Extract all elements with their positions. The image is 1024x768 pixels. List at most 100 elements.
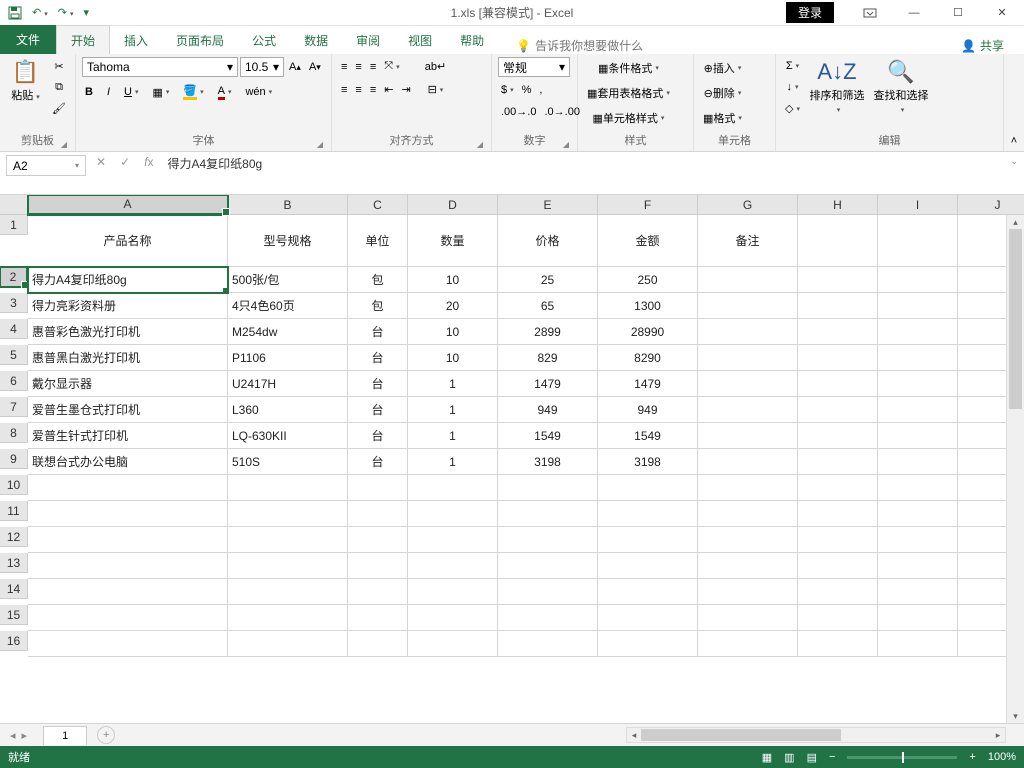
cell[interactable] bbox=[698, 579, 798, 605]
align-top-button[interactable]: ≡ bbox=[338, 58, 350, 76]
cell[interactable] bbox=[498, 475, 598, 501]
cell[interactable] bbox=[878, 631, 958, 657]
cell[interactable] bbox=[28, 605, 228, 631]
cell[interactable]: 台 bbox=[348, 449, 408, 475]
insert-cells-button[interactable]: ⊕ 插入 bbox=[700, 57, 745, 79]
col-header[interactable]: C bbox=[348, 195, 408, 215]
col-header[interactable]: J bbox=[958, 195, 1024, 215]
row-header[interactable]: 9 bbox=[0, 449, 28, 469]
shrink-font-button[interactable]: A▾ bbox=[306, 58, 324, 76]
cell[interactable] bbox=[698, 527, 798, 553]
cell[interactable] bbox=[798, 215, 878, 267]
sort-filter-button[interactable]: A↓Z 排序和筛选 bbox=[807, 57, 867, 117]
cell[interactable] bbox=[698, 371, 798, 397]
cell[interactable] bbox=[228, 527, 348, 553]
cell[interactable]: 1 bbox=[408, 371, 498, 397]
bold-button[interactable]: B bbox=[82, 83, 96, 101]
align-bottom-button[interactable]: ≡ bbox=[367, 58, 379, 76]
cell[interactable]: 28990 bbox=[598, 319, 698, 345]
row-header[interactable]: 2 bbox=[0, 267, 28, 287]
cell[interactable] bbox=[408, 553, 498, 579]
tab-view[interactable]: 视图 bbox=[394, 26, 446, 54]
prev-sheet-icon[interactable]: ◂ bbox=[10, 729, 16, 742]
orientation-button[interactable]: ⤧ bbox=[381, 57, 402, 76]
row-header[interactable]: 13 bbox=[0, 553, 28, 573]
col-header[interactable]: D bbox=[408, 195, 498, 215]
cell[interactable] bbox=[28, 527, 228, 553]
align-center-button[interactable]: ≡ bbox=[352, 81, 364, 99]
cell[interactable] bbox=[878, 579, 958, 605]
cell[interactable] bbox=[408, 605, 498, 631]
cell[interactable]: 台 bbox=[348, 345, 408, 371]
row-header[interactable]: 4 bbox=[0, 319, 28, 339]
sheet-tab[interactable]: 1 bbox=[43, 726, 87, 745]
cell[interactable] bbox=[878, 215, 958, 267]
decrease-decimal-button[interactable]: .0→.00 bbox=[541, 103, 582, 121]
cell[interactable] bbox=[348, 579, 408, 605]
tab-data[interactable]: 数据 bbox=[290, 26, 342, 54]
cell[interactable]: 949 bbox=[498, 397, 598, 423]
cell[interactable]: 1 bbox=[408, 423, 498, 449]
cell[interactable] bbox=[798, 397, 878, 423]
copy-button[interactable]: ⧉ bbox=[49, 78, 69, 97]
cell[interactable]: 1549 bbox=[498, 423, 598, 449]
cell[interactable] bbox=[798, 605, 878, 631]
cell[interactable] bbox=[798, 579, 878, 605]
cell[interactable] bbox=[408, 631, 498, 657]
tab-insert[interactable]: 插入 bbox=[110, 26, 162, 54]
cell[interactable] bbox=[348, 605, 408, 631]
cell[interactable]: U2417H bbox=[228, 371, 348, 397]
scrollbar-thumb[interactable] bbox=[641, 729, 841, 741]
cell[interactable] bbox=[698, 475, 798, 501]
cell[interactable] bbox=[698, 631, 798, 657]
cell[interactable] bbox=[878, 345, 958, 371]
comma-button[interactable]: , bbox=[536, 81, 545, 99]
cell[interactable] bbox=[798, 293, 878, 319]
collapse-ribbon-icon[interactable]: ˄ bbox=[1004, 54, 1024, 151]
cell[interactable] bbox=[598, 553, 698, 579]
border-button[interactable]: ▦ bbox=[149, 83, 172, 102]
cell[interactable] bbox=[798, 423, 878, 449]
cell[interactable] bbox=[228, 553, 348, 579]
scrollbar-thumb[interactable] bbox=[1009, 229, 1022, 409]
zoom-in-button[interactable]: + bbox=[969, 751, 975, 763]
cell[interactable]: 台 bbox=[348, 397, 408, 423]
wrap-text-button[interactable]: ab↵ bbox=[422, 57, 449, 76]
login-button[interactable]: 登录 bbox=[786, 2, 834, 23]
font-color-button[interactable]: A bbox=[215, 82, 235, 103]
cell[interactable] bbox=[348, 501, 408, 527]
format-table-button[interactable]: ▦ 套用表格格式 bbox=[584, 82, 673, 104]
save-icon[interactable] bbox=[8, 6, 22, 20]
col-header[interactable]: G bbox=[698, 195, 798, 215]
cell[interactable]: 4只4色60页 bbox=[228, 293, 348, 319]
dialog-launcher-icon[interactable]: ◢ bbox=[477, 140, 483, 149]
delete-cells-button[interactable]: ⊖ 删除 bbox=[700, 82, 745, 104]
cell[interactable]: 3198 bbox=[598, 449, 698, 475]
cell[interactable] bbox=[878, 475, 958, 501]
cell[interactable]: 1479 bbox=[498, 371, 598, 397]
cell[interactable] bbox=[228, 605, 348, 631]
horizontal-scrollbar[interactable]: ◂ ▸ bbox=[626, 727, 1006, 743]
cell[interactable] bbox=[698, 267, 798, 293]
row-header[interactable]: 3 bbox=[0, 293, 28, 313]
increase-decimal-button[interactable]: .00→.0 bbox=[498, 103, 539, 121]
spreadsheet-grid[interactable]: ABCDEFGHIJ1产品名称型号规格单位数量价格金额备注2得力A4复印纸80g… bbox=[0, 195, 1024, 723]
cell[interactable] bbox=[878, 293, 958, 319]
cell[interactable]: 台 bbox=[348, 319, 408, 345]
cell[interactable] bbox=[28, 501, 228, 527]
header-cell[interactable]: 产品名称 bbox=[28, 215, 228, 267]
cell[interactable]: 8290 bbox=[598, 345, 698, 371]
row-header[interactable]: 16 bbox=[0, 631, 28, 651]
row-header[interactable]: 10 bbox=[0, 475, 28, 495]
cell[interactable]: 20 bbox=[408, 293, 498, 319]
italic-button[interactable]: I bbox=[104, 83, 113, 101]
cell[interactable] bbox=[228, 579, 348, 605]
normal-view-icon[interactable]: ▦ bbox=[762, 751, 772, 764]
scroll-down-icon[interactable]: ▾ bbox=[1007, 709, 1024, 723]
cell[interactable]: 3198 bbox=[498, 449, 598, 475]
cell[interactable] bbox=[28, 631, 228, 657]
cell[interactable]: 1 bbox=[408, 449, 498, 475]
header-cell[interactable]: 数量 bbox=[408, 215, 498, 267]
row-header[interactable]: 14 bbox=[0, 579, 28, 599]
paste-button[interactable]: 📋 粘贴 bbox=[6, 57, 45, 105]
